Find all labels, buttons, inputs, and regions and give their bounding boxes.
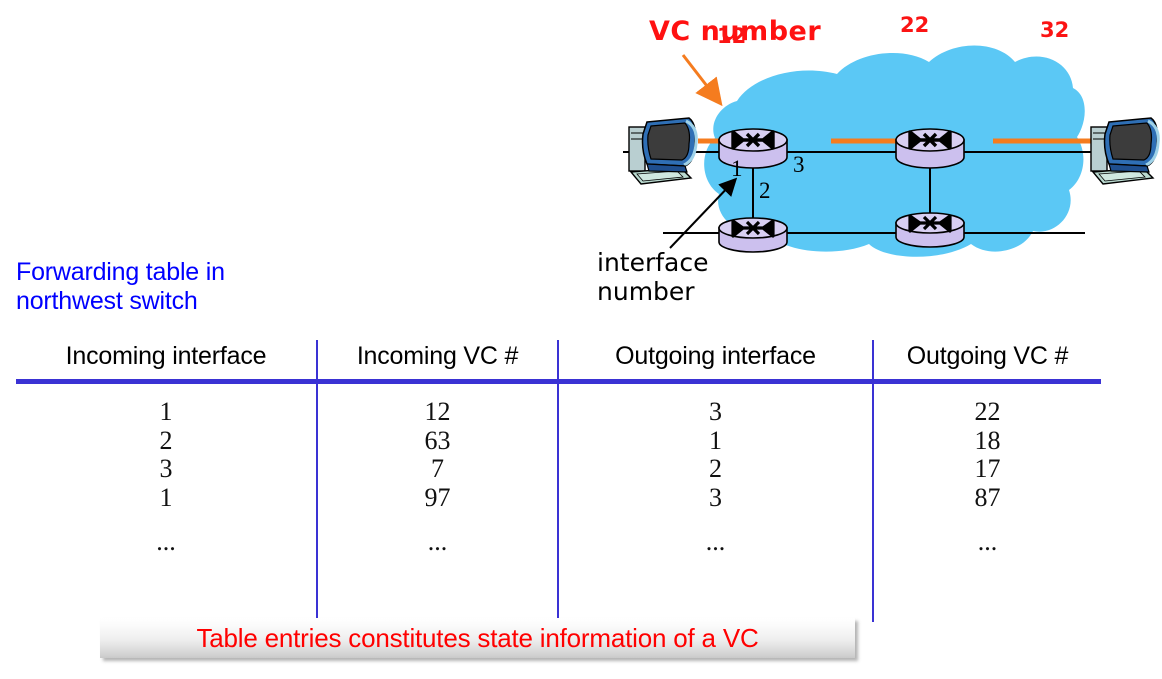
- table-cell: 3: [709, 397, 722, 426]
- northeast-switch: [895, 128, 965, 169]
- table-cell: ...: [427, 527, 448, 556]
- vc-number-arrow: [681, 54, 723, 107]
- table-cell: ...: [977, 527, 998, 556]
- table-cell: 1: [159, 482, 173, 512]
- table-cell: 7: [431, 454, 444, 483]
- caption-line-1: Forwarding table in: [16, 258, 225, 286]
- vc-number-22: 22: [900, 13, 930, 37]
- left-host-computer: [628, 117, 698, 185]
- table-cell: 1: [159, 397, 173, 426]
- column-header-incoming-interface: Incoming interface: [65, 342, 267, 370]
- summary-banner: Table entries constitutes state informat…: [100, 618, 855, 658]
- vc-number-12: 12: [717, 24, 747, 48]
- right-host-computer: [1090, 117, 1160, 185]
- southwest-switch: [718, 217, 788, 253]
- column-cells-outgoing-vc: 22 18 17 87 ...: [874, 397, 1101, 556]
- column-cells-outgoing-interface: 3 1 2 3 ...: [559, 397, 872, 556]
- slide-canvas: VC number interface number 12 22 32 1 2 3…: [0, 0, 1162, 679]
- northwest-switch: [718, 128, 788, 169]
- column-header-outgoing-interface: Outgoing interface: [615, 342, 816, 370]
- summary-banner-text: Table entries constitutes state informat…: [196, 622, 759, 653]
- forwarding-table: Incoming interface Incoming VC # Outgoin…: [0, 336, 1162, 622]
- table-cell: 22: [974, 397, 1001, 426]
- table-cell: 18: [974, 425, 1001, 455]
- table-cell: 87: [974, 482, 1001, 512]
- forwarding-table-caption: Forwarding table in northwest switch: [16, 258, 225, 316]
- table-cell: 1: [709, 425, 722, 455]
- interface-number-3: 3: [793, 152, 805, 177]
- caption-line-2: northwest switch: [16, 287, 198, 315]
- column-header-outgoing-vc: Outgoing VC #: [906, 342, 1069, 370]
- table-cell: 2: [159, 425, 173, 455]
- table-cell: 97: [424, 482, 451, 512]
- table-cell: ...: [705, 527, 726, 556]
- table-cell: ...: [156, 527, 176, 556]
- table-cell: 3: [159, 454, 173, 483]
- interface-number-annotation: interface number: [597, 248, 709, 306]
- table-cell: 63: [424, 425, 451, 455]
- table-cell: 3: [709, 482, 722, 512]
- column-cells-incoming-vc: 12 63 7 97 ...: [318, 397, 557, 556]
- column-cells-incoming-interface: 1 2 3 1 ...: [16, 397, 316, 556]
- interface-number-2: 2: [759, 178, 771, 203]
- table-cell: 2: [709, 454, 722, 483]
- table-cell: 17: [974, 454, 1001, 483]
- interface-number-1: 1: [731, 156, 743, 181]
- vc-number-32: 32: [1040, 18, 1070, 42]
- network-diagram: VC number interface number 12 22 32 1 2 3: [585, 0, 1162, 330]
- column-header-incoming-vc: Incoming VC #: [356, 342, 519, 370]
- southeast-switch: [895, 212, 965, 248]
- table-cell: 12: [424, 397, 451, 426]
